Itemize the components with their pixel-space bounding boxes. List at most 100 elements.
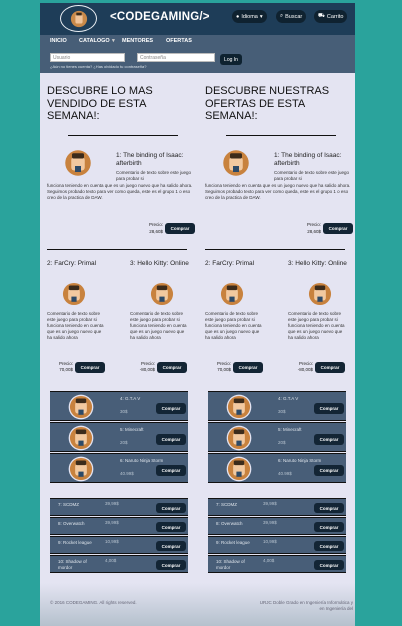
- game-title[interactable]: 5: Minecraft: [278, 427, 302, 432]
- game-title[interactable]: 7: SCDMZ: [58, 502, 102, 508]
- game-price: 40.99$: [278, 471, 292, 476]
- game-price: 10,99$: [263, 539, 277, 544]
- game-cover-image[interactable]: [307, 281, 333, 307]
- game-price: 20$: [278, 440, 286, 445]
- buy-button[interactable]: Comprar: [314, 541, 344, 551]
- buy-button[interactable]: Comprar: [156, 403, 186, 414]
- game-row-compact[interactable]: 9: Rocket league 10,99$ Comprar: [208, 536, 346, 554]
- game-row-compact[interactable]: 10: Shadow of mordor 4,00$ Comprar: [50, 555, 188, 573]
- buy-button[interactable]: Comprar: [314, 465, 344, 476]
- search-label: Buscar: [285, 13, 303, 20]
- game-title[interactable]: 6: Naruto Ninja Storm: [120, 458, 163, 463]
- game-title[interactable]: 8: Overwatch: [216, 521, 260, 527]
- offers-column: DESCUBRE NUESTRAS OFERTAS DE ESTA SEMANA…: [201, 73, 353, 583]
- price-label: Precio:: [216, 361, 231, 366]
- game-row[interactable]: 6: Naruto Ninja Storm 40.99$ Comprar: [50, 453, 188, 483]
- buy-button[interactable]: Comprar: [315, 362, 345, 373]
- login-button[interactable]: Log In: [220, 54, 242, 65]
- buy-button[interactable]: Comprar: [156, 465, 186, 476]
- buy-button[interactable]: Comprar: [165, 223, 195, 234]
- game-row[interactable]: 5: Minecraft 20$ Comprar: [50, 422, 188, 452]
- game-title[interactable]: 10: Shadow of mordor: [58, 559, 102, 570]
- buy-button[interactable]: Comprar: [323, 223, 353, 234]
- featured-game-desc: Comentario de texto sobre este juego par…: [116, 170, 192, 181]
- buy-button[interactable]: Comprar: [157, 362, 187, 373]
- game-row-compact[interactable]: 7: SCDMZ 39,99$ Comprar: [208, 498, 346, 516]
- buy-button[interactable]: Comprar: [156, 541, 186, 551]
- game-title[interactable]: 2: FarCry: Primal: [205, 260, 281, 268]
- username-input[interactable]: Usuario: [50, 53, 125, 62]
- game-title[interactable]: 2: FarCry: Primal: [47, 260, 123, 268]
- nav-item-inicio[interactable]: INICIO: [50, 38, 67, 44]
- game-row[interactable]: 5: Minecraft 20$ Comprar: [208, 422, 346, 452]
- game-row[interactable]: 6: Naruto Ninja Storm 40.99$ Comprar: [208, 453, 346, 483]
- featured-game-desc-cont: funciona teniendo en cuenta que es un ju…: [47, 183, 193, 200]
- game-cover-image[interactable]: [149, 281, 175, 307]
- game-title[interactable]: 3: Hello Kitty: Online: [130, 260, 206, 268]
- game-cover-image[interactable]: [68, 456, 94, 482]
- game-price: 39,99$: [263, 501, 277, 506]
- password-input[interactable]: Contraseña: [137, 53, 215, 62]
- game-cover-image[interactable]: [221, 148, 251, 178]
- game-row[interactable]: 4: G.T.A V 30$ Comprar: [208, 391, 346, 421]
- game-title[interactable]: 4: G.T.A V: [120, 396, 140, 401]
- price-value: -80,00$: [297, 367, 313, 372]
- buy-button[interactable]: Comprar: [156, 522, 186, 532]
- game-cover-image[interactable]: [61, 281, 87, 307]
- price-label: Precio:: [148, 222, 163, 227]
- game-row-compact[interactable]: 9: Rocket league 10,99$ Comprar: [50, 536, 188, 554]
- buy-button[interactable]: Comprar: [75, 362, 105, 373]
- game-cover-image[interactable]: [68, 394, 94, 420]
- site-title[interactable]: <CODEGAMING/>: [110, 11, 210, 23]
- game-title[interactable]: 6: Naruto Ninja Storm: [278, 458, 321, 463]
- buy-button[interactable]: Comprar: [314, 503, 344, 513]
- game-cover-image[interactable]: [68, 425, 94, 451]
- game-title[interactable]: 9: Rocket league: [216, 540, 260, 546]
- game-price: Precio: 70,00$: [205, 361, 231, 373]
- game-row-compact[interactable]: 8: Overwatch 39,99$ Comprar: [50, 517, 188, 535]
- login-help-links[interactable]: ¿Aún no tienes cuenta? ¿Has olvidado tu …: [50, 64, 147, 69]
- game-cover-image[interactable]: [63, 148, 93, 178]
- featured-game-title[interactable]: 1: The binding of Isaac: afterbirth: [116, 152, 194, 168]
- nav-item-mentores[interactable]: MENTORES: [122, 38, 153, 44]
- game-title[interactable]: 10: Shadow of mordor: [216, 559, 260, 570]
- featured-game-title[interactable]: 1: The binding of Isaac: afterbirth: [274, 152, 352, 168]
- game-title[interactable]: 3: Hello Kitty: Online: [288, 260, 355, 268]
- game-cover-image[interactable]: [226, 425, 252, 451]
- game-row-compact[interactable]: 10: Shadow of mordor 4,00$ Comprar: [208, 555, 346, 573]
- buy-button[interactable]: Comprar: [156, 560, 186, 570]
- language-button[interactable]: ● Idioma ▾: [232, 10, 267, 23]
- game-title[interactable]: 7: SCDMZ: [216, 502, 260, 508]
- search-icon: ⌕: [280, 13, 284, 19]
- buy-button[interactable]: Comprar: [314, 522, 344, 532]
- game-desc: Comentario de texto sobre este juego par…: [47, 311, 104, 340]
- game-title[interactable]: 5: Minecraft: [120, 427, 144, 432]
- game-cover-image[interactable]: [219, 281, 245, 307]
- chevron-down-icon: ▾: [112, 38, 115, 44]
- game-row-compact[interactable]: 8: Overwatch 39,99$ Comprar: [208, 517, 346, 535]
- buy-button[interactable]: Comprar: [156, 503, 186, 513]
- buy-button[interactable]: Comprar: [233, 362, 263, 373]
- site-logo[interactable]: [60, 5, 97, 32]
- search-button[interactable]: ⌕ Buscar: [276, 10, 307, 23]
- cart-label: Carrito: [326, 13, 344, 20]
- cart-button[interactable]: ⛟ Carrito: [314, 10, 348, 23]
- game-cover-image[interactable]: [226, 456, 252, 482]
- game-price: Precio: -80,00$: [129, 361, 155, 373]
- game-price: 10,99$: [105, 539, 119, 544]
- game-row[interactable]: 4: G.T.A V 30$ Comprar: [50, 391, 188, 421]
- nav-item-catalogo[interactable]: CATALOGO: [79, 38, 110, 44]
- nav-item-ofertas[interactable]: OFERTAS: [166, 38, 192, 44]
- game-title[interactable]: 9: Rocket league: [58, 540, 102, 546]
- buy-button[interactable]: Comprar: [314, 560, 344, 570]
- divider: [226, 135, 336, 136]
- section-title: DESCUBRE NUESTRAS OFERTAS DE ESTA SEMANA…: [205, 85, 330, 122]
- buy-button[interactable]: Comprar: [314, 403, 344, 414]
- game-title[interactable]: 8: Overwatch: [58, 521, 102, 527]
- buy-button[interactable]: Comprar: [156, 434, 186, 445]
- game-cover-image[interactable]: [226, 394, 252, 420]
- game-title[interactable]: 4: G.T.A V: [278, 396, 298, 401]
- buy-button[interactable]: Comprar: [314, 434, 344, 445]
- game-cover-icon: [63, 148, 93, 178]
- game-row-compact[interactable]: 7: SCDMZ 39,99$ Comprar: [50, 498, 188, 516]
